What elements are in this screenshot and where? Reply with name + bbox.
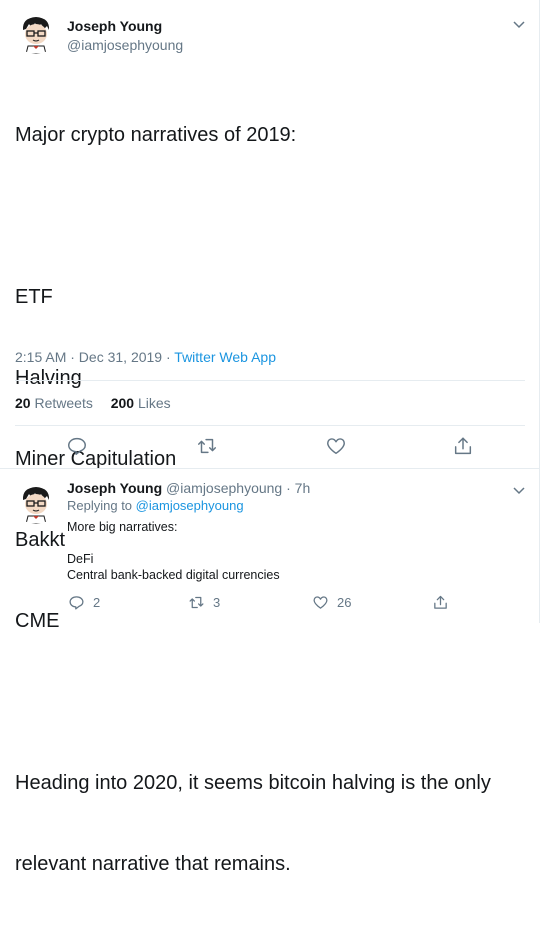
likes-label: Likes xyxy=(137,395,171,411)
like-action[interactable]: 26 xyxy=(312,594,351,611)
avatar[interactable] xyxy=(14,10,58,54)
reply-icon xyxy=(69,596,84,610)
like-count: 26 xyxy=(337,595,352,610)
replying-handle-link[interactable]: @iamjosephyoung xyxy=(136,498,244,513)
reply-author-handle[interactable]: @iamjosephyoung xyxy=(166,480,282,496)
tweet-line: Major crypto narratives of 2019: xyxy=(15,124,297,146)
retweet-icon xyxy=(189,596,204,609)
retweet-icon[interactable] xyxy=(196,435,218,457)
heart-icon xyxy=(313,596,328,609)
retweets-count: 20 xyxy=(15,395,31,411)
reply-header: Joseph Young @iamjosephyoung · 7h xyxy=(67,480,310,496)
engagement-stats: 20 Retweets 200 Likes xyxy=(15,395,171,411)
tweet-line: Halving xyxy=(15,367,82,389)
reply-text: More big narratives: DeFi Central bank-b… xyxy=(67,520,280,582)
author-name[interactable]: Joseph Young xyxy=(67,18,162,34)
chevron-down-icon[interactable] xyxy=(511,16,527,32)
timestamp[interactable]: 2:15 AM · Dec 31, 2019 xyxy=(15,349,162,365)
tweet-line: Heading into 2020, it seems bitcoin halv… xyxy=(15,772,491,794)
heart-icon[interactable] xyxy=(325,435,347,457)
source-link[interactable]: Twitter Web App xyxy=(174,349,276,365)
retweets-stat[interactable]: 20 Retweets xyxy=(15,395,93,411)
tweet-thread: Joseph Young @iamjosephyoung Major crypt… xyxy=(0,0,540,875)
tweet-line: CME xyxy=(15,610,60,632)
thread-divider xyxy=(0,468,540,469)
reply-author-name[interactable]: Joseph Young xyxy=(67,480,162,496)
replying-to: Replying to @iamjosephyoung xyxy=(67,498,244,513)
meta-separator: · xyxy=(162,349,175,365)
tweet-line: relevant narrative that remains. xyxy=(15,853,291,875)
share-action[interactable] xyxy=(432,594,449,611)
chevron-down-icon[interactable] xyxy=(511,482,527,498)
likes-stat[interactable]: 200 Likes xyxy=(111,395,171,411)
tweet-line: ETF xyxy=(15,286,53,308)
replying-prefix: Replying to xyxy=(67,498,133,513)
likes-count: 200 xyxy=(110,395,135,411)
reply-time[interactable]: · 7h xyxy=(286,480,310,496)
share-icon xyxy=(434,595,447,609)
tweet-meta: 2:15 AM · Dec 31, 2019 · Twitter Web App xyxy=(15,349,276,365)
divider xyxy=(15,425,525,426)
retweet-action[interactable]: 3 xyxy=(188,594,220,611)
reply-action[interactable]: 2 xyxy=(68,594,100,611)
share-icon[interactable] xyxy=(452,435,474,457)
retweet-count: 3 xyxy=(213,595,221,610)
tweet-line xyxy=(15,203,491,230)
author-handle[interactable]: @iamjosephyoung xyxy=(67,37,183,53)
reply-avatar[interactable] xyxy=(14,480,58,524)
reply-count: 2 xyxy=(93,595,101,610)
retweets-label: Retweets xyxy=(34,395,93,411)
tweet-line xyxy=(15,689,491,716)
divider xyxy=(15,380,525,381)
reply-icon[interactable] xyxy=(66,435,88,457)
